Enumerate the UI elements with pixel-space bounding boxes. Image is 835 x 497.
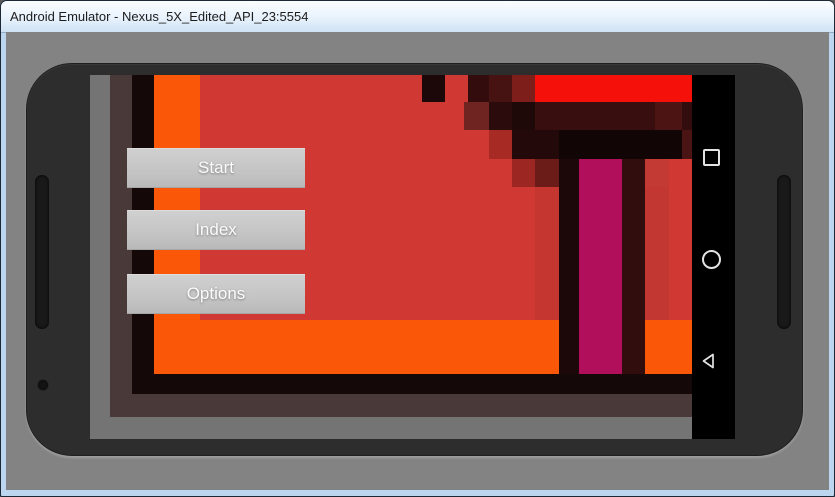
home-icon[interactable] [702, 250, 721, 269]
scene-pixel [682, 130, 692, 159]
speaker-grille-right-icon [777, 175, 791, 329]
back-icon[interactable] [699, 351, 719, 371]
phone-frame: Start Index Options [26, 63, 803, 456]
scene-pixel [645, 159, 669, 187]
phone-screen: Start Index Options [90, 75, 735, 439]
index-button[interactable]: Index [127, 210, 305, 250]
android-navbar [692, 75, 735, 439]
scene-pixel [512, 102, 535, 130]
recents-icon[interactable] [703, 149, 720, 166]
game-scene: Start Index Options [90, 75, 692, 439]
emulator-window: Android Emulator - Nexus_5X_Edited_API_2… [0, 0, 835, 497]
scene-near-black-band [559, 130, 682, 159]
scene-pixel [468, 75, 489, 102]
scene-pixel [655, 102, 682, 130]
scene-dark-stripe [559, 159, 579, 374]
scene-bright-red-band [535, 75, 692, 102]
scene-pixel [512, 159, 535, 187]
camera-dot-icon [38, 380, 48, 390]
speaker-grille-left-icon [35, 175, 49, 329]
scene-pixel [682, 102, 692, 130]
scene-pixel [464, 102, 489, 130]
scene-dark-maroon-band [535, 102, 655, 130]
scene-pixel [422, 75, 445, 102]
scene-pixel [489, 102, 512, 130]
start-button[interactable]: Start [127, 148, 305, 188]
window-titlebar[interactable]: Android Emulator - Nexus_5X_Edited_API_2… [1, 1, 834, 33]
scene-pixel [535, 159, 559, 187]
scene-pixel [512, 75, 535, 102]
window-title: Android Emulator - Nexus_5X_Edited_API_2… [10, 9, 308, 24]
window-content: Start Index Options [6, 32, 829, 490]
scene-pixel [535, 187, 559, 320]
scene-pixel [489, 130, 512, 159]
scene-pixel [512, 130, 559, 159]
options-button[interactable]: Options [127, 274, 305, 314]
scene-pixel [645, 187, 669, 320]
scene-maroon-stripe [622, 159, 645, 374]
scene-magenta-stripe [579, 159, 622, 374]
scene-pixel [489, 75, 512, 102]
